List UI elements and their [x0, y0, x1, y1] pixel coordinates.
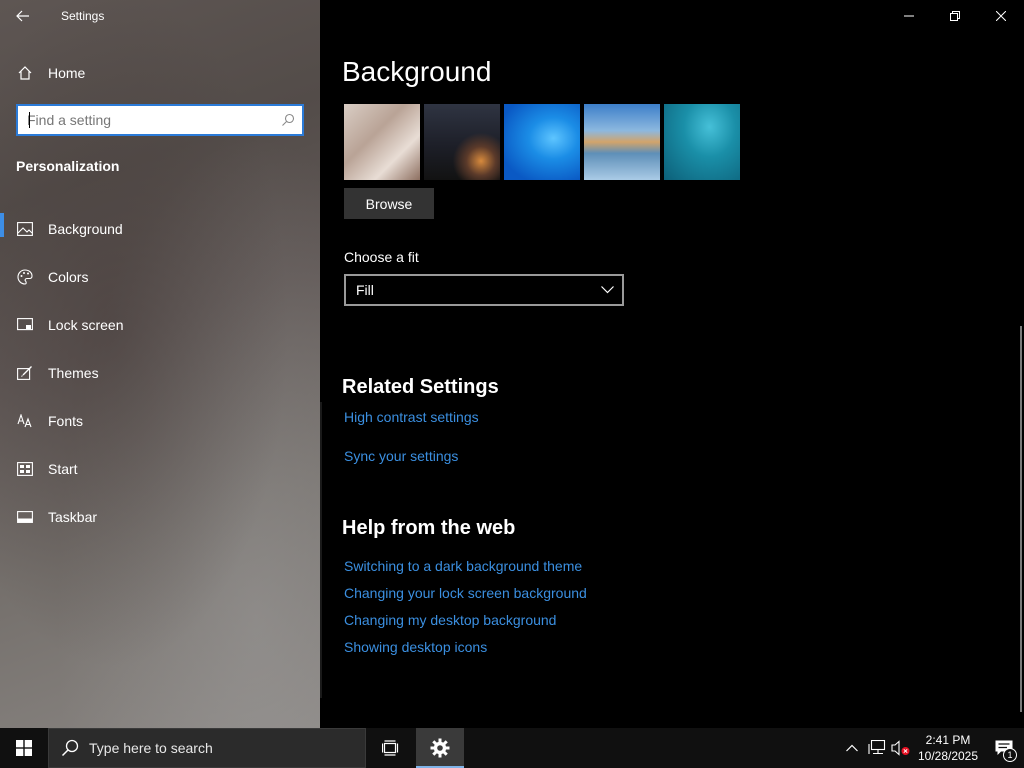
clock-time: 2:41 PM	[925, 733, 971, 747]
recent-image-thumbnail[interactable]	[664, 104, 740, 180]
browse-button[interactable]: Browse	[344, 188, 434, 219]
sidebar-item-label: Taskbar	[48, 509, 98, 525]
help-from-web-heading: Help from the web	[342, 517, 516, 539]
sidebar-item-taskbar[interactable]: Taskbar	[0, 493, 320, 541]
home-nav-item[interactable]: Home	[0, 56, 320, 90]
volume-button[interactable]	[890, 728, 912, 768]
volume-muted-icon	[891, 740, 910, 756]
minimize-button[interactable]	[886, 0, 932, 32]
notification-count-badge: 1	[1003, 748, 1017, 762]
related-settings-heading: Related Settings	[342, 376, 499, 398]
themes-icon	[0, 366, 48, 380]
recent-images	[344, 104, 740, 180]
action-center-button[interactable]: 1	[984, 728, 1024, 768]
taskbar-search-placeholder: Type here to search	[89, 740, 213, 756]
home-icon	[0, 65, 48, 81]
restore-button[interactable]	[932, 0, 978, 32]
sidebar-item-themes[interactable]: Themes	[0, 349, 320, 397]
sidebar-item-label: Background	[48, 221, 123, 237]
network-icon	[868, 740, 886, 755]
window-controls	[886, 0, 1024, 32]
chevron-up-icon	[846, 744, 858, 752]
personalization-nav-list: Background Colors Lock screen Themes Fon…	[0, 205, 320, 541]
scrollbar[interactable]	[1020, 326, 1022, 712]
navigation-pane: Settings Home Personalization Background…	[0, 0, 320, 728]
dropdown-value: Fill	[356, 282, 374, 298]
gear-icon	[430, 738, 450, 758]
task-view-button[interactable]	[366, 728, 416, 768]
pane-divider	[320, 402, 322, 698]
taskbar-icon	[0, 511, 48, 523]
help-link[interactable]: Switching to a dark background theme	[344, 558, 582, 574]
help-link[interactable]: Showing desktop icons	[344, 639, 487, 655]
task-view-icon	[382, 740, 399, 756]
restore-icon	[950, 11, 960, 21]
home-label: Home	[48, 65, 86, 81]
sidebar-item-label: Fonts	[48, 413, 84, 429]
help-link[interactable]: Changing my desktop background	[344, 612, 556, 628]
network-button[interactable]	[864, 728, 890, 768]
sidebar-item-label: Start	[48, 461, 78, 477]
close-button[interactable]	[978, 0, 1024, 32]
page-title: Background	[342, 56, 492, 87]
close-icon	[996, 11, 1006, 21]
text-caret	[29, 112, 30, 128]
clock[interactable]: 2:41 PM 10/28/2025	[912, 732, 984, 764]
picture-icon	[0, 222, 48, 236]
fonts-icon	[0, 414, 48, 428]
choose-fit-label: Choose a fit	[344, 249, 419, 265]
search-icon	[61, 739, 79, 757]
recent-image-thumbnail[interactable]	[504, 104, 580, 180]
taskbar-search-box[interactable]: Type here to search	[48, 728, 366, 768]
help-link[interactable]: Changing your lock screen background	[344, 585, 587, 601]
recent-image-thumbnail[interactable]	[584, 104, 660, 180]
start-icon	[0, 462, 48, 476]
show-hidden-icons-button[interactable]	[840, 728, 864, 768]
sidebar-item-background[interactable]: Background	[0, 205, 320, 253]
high-contrast-settings-link[interactable]: High contrast settings	[344, 409, 479, 425]
section-title: Personalization	[16, 158, 120, 174]
sidebar-item-colors[interactable]: Colors	[0, 253, 320, 301]
sidebar-item-lock-screen[interactable]: Lock screen	[0, 301, 320, 349]
recent-image-thumbnail[interactable]	[344, 104, 420, 180]
palette-icon	[0, 269, 48, 285]
choose-fit-dropdown[interactable]: Fill	[344, 274, 624, 306]
start-button[interactable]	[0, 728, 48, 768]
settings-search-input[interactable]	[18, 106, 274, 134]
windows-logo-icon	[16, 740, 32, 756]
sidebar-item-label: Themes	[48, 365, 99, 381]
back-button[interactable]	[0, 0, 46, 32]
system-tray: 2:41 PM 10/28/2025 1	[840, 728, 1024, 768]
search-icon[interactable]	[274, 113, 302, 127]
clock-date: 10/28/2025	[917, 749, 979, 763]
recent-image-thumbnail[interactable]	[424, 104, 500, 180]
lock-screen-icon	[0, 318, 48, 332]
sidebar-item-label: Colors	[48, 269, 89, 285]
sidebar-item-label: Lock screen	[48, 317, 124, 333]
back-arrow-icon	[16, 10, 29, 22]
content-pane: Background Browse Choose a fit Fill Rela…	[320, 0, 1024, 728]
taskbar: Type here to search 2:41 PM 10/28/2025 1	[0, 728, 1024, 768]
settings-taskbar-app[interactable]	[416, 728, 464, 768]
app-title: Settings	[61, 9, 105, 23]
title-bar: Settings	[0, 0, 320, 32]
chevron-down-icon	[601, 286, 614, 294]
minimize-icon	[904, 15, 914, 17]
sidebar-item-start[interactable]: Start	[0, 445, 320, 493]
sidebar-item-fonts[interactable]: Fonts	[0, 397, 320, 445]
sync-settings-link[interactable]: Sync your settings	[344, 448, 458, 464]
settings-search-box[interactable]	[16, 104, 304, 136]
